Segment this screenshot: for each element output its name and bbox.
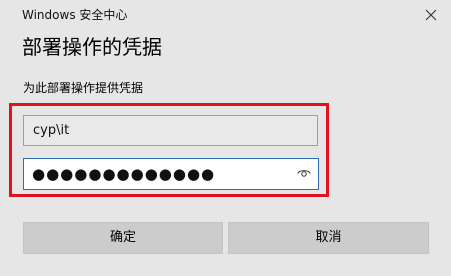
dialog-heading: 部署操作的凭据 bbox=[22, 35, 162, 59]
cancel-button[interactable]: 取消 bbox=[228, 222, 429, 254]
title-bar: Windows 安全中心 bbox=[0, 0, 451, 30]
reveal-password-button[interactable] bbox=[296, 166, 314, 182]
window-title: Windows 安全中心 bbox=[22, 8, 128, 22]
credential-dialog: Windows 安全中心 部署操作的凭据 为此部署操作提供凭据 cyp\it ●… bbox=[0, 0, 451, 276]
close-icon bbox=[425, 9, 437, 21]
dialog-instruction: 为此部署操作提供凭据 bbox=[23, 81, 144, 95]
password-masked-text: ●●●●●●●●●●●●● bbox=[32, 165, 216, 183]
ok-button[interactable]: 确定 bbox=[23, 222, 223, 254]
password-field[interactable]: ●●●●●●●●●●●●● bbox=[23, 158, 319, 190]
username-field[interactable]: cyp\it bbox=[23, 115, 318, 146]
eye-icon bbox=[297, 170, 311, 177]
close-button[interactable] bbox=[420, 4, 442, 26]
